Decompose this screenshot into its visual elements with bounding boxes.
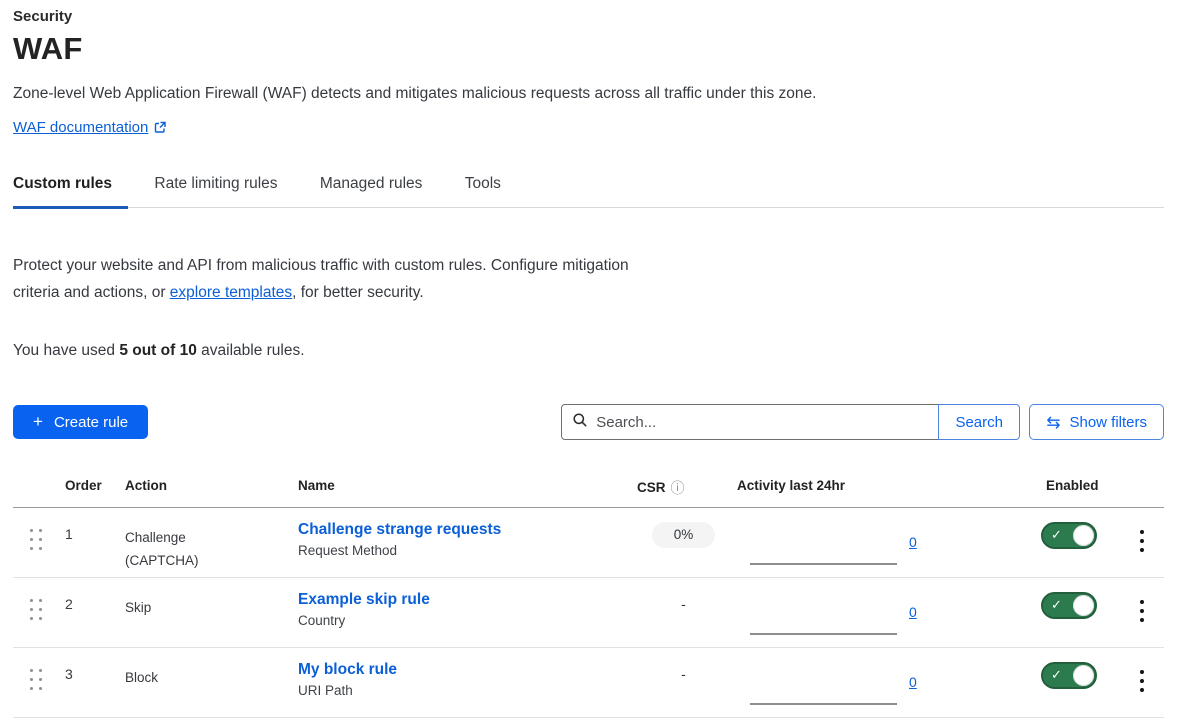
header-name: Name bbox=[298, 466, 630, 507]
header-handle-spacer bbox=[13, 466, 65, 507]
rule-name-link[interactable]: Challenge strange requests bbox=[298, 521, 501, 538]
info-icon[interactable]: ⓘ bbox=[671, 480, 685, 496]
toolbar-right: Search ⇆ Show filters bbox=[561, 404, 1164, 440]
usage-summary: You have used 5 out of 10 available rule… bbox=[13, 342, 1164, 360]
activity-count-link[interactable]: 0 bbox=[909, 674, 917, 690]
kebab-menu-icon[interactable] bbox=[1134, 527, 1150, 577]
rule-order: 2 bbox=[65, 578, 125, 647]
sparkline-flat-line bbox=[750, 563, 897, 565]
intro-paragraph: Protect your website and API from malici… bbox=[13, 252, 1164, 306]
plus-icon: + bbox=[33, 412, 43, 432]
sparkline-flat-line bbox=[750, 633, 897, 635]
tab-managed-rules[interactable]: Managed rules bbox=[320, 175, 439, 207]
create-rule-label: Create rule bbox=[54, 414, 128, 431]
table-row: 1 Challenge (CAPTCHA) Challenge strange … bbox=[13, 508, 1164, 578]
activity-sparkline: 0 bbox=[737, 578, 1010, 647]
rule-field: Country bbox=[298, 613, 630, 628]
enabled-toggle[interactable]: ✓ bbox=[1041, 592, 1097, 619]
enabled-toggle[interactable]: ✓ bbox=[1041, 522, 1097, 549]
activity-count-link[interactable]: 0 bbox=[909, 534, 917, 550]
search-button[interactable]: Search bbox=[938, 404, 1020, 440]
rule-field: URI Path bbox=[298, 683, 630, 698]
rule-field: Request Method bbox=[298, 543, 630, 558]
check-icon: ✓ bbox=[1051, 667, 1062, 683]
intro-line2-after: , for better security. bbox=[292, 284, 424, 301]
rules-table: Order Action Name CSRⓘ Activity last 24h… bbox=[13, 466, 1164, 718]
search-box bbox=[561, 404, 939, 440]
usage-count: 5 out of 10 bbox=[119, 342, 197, 359]
csr-value: - bbox=[681, 666, 686, 682]
check-icon: ✓ bbox=[1051, 527, 1062, 543]
kebab-menu-icon[interactable] bbox=[1134, 667, 1150, 717]
toggle-knob bbox=[1073, 525, 1094, 546]
csr-badge: 0% bbox=[652, 522, 716, 548]
waf-documentation-link[interactable]: WAF documentation bbox=[13, 119, 148, 136]
search-input[interactable] bbox=[596, 414, 928, 431]
rules-toolbar: + Create rule Search ⇆ Show filters bbox=[13, 404, 1164, 440]
tab-rate-limiting-rules[interactable]: Rate limiting rules bbox=[154, 175, 293, 207]
toggle-knob bbox=[1073, 595, 1094, 616]
intro-line1: Protect your website and API from malici… bbox=[13, 257, 629, 274]
rule-action: Challenge (CAPTCHA) bbox=[125, 508, 298, 577]
check-icon: ✓ bbox=[1051, 597, 1062, 613]
drag-handle-icon[interactable] bbox=[30, 599, 65, 621]
header-order: Order bbox=[65, 466, 125, 507]
show-filters-label: Show filters bbox=[1069, 414, 1147, 431]
sparkline-flat-line bbox=[750, 703, 897, 705]
rule-order: 1 bbox=[65, 508, 125, 577]
create-rule-button[interactable]: + Create rule bbox=[13, 405, 148, 439]
toggle-knob bbox=[1073, 665, 1094, 686]
tab-tools[interactable]: Tools bbox=[465, 175, 517, 207]
table-row: 3 Block My block rule URI Path - 0 ✓ bbox=[13, 648, 1164, 718]
csr-value: - bbox=[681, 596, 686, 612]
activity-sparkline: 0 bbox=[737, 508, 1010, 577]
page-title: WAF bbox=[13, 31, 1164, 67]
section-eyebrow: Security bbox=[13, 8, 1164, 25]
doc-link-row: WAF documentation bbox=[13, 119, 1164, 139]
drag-handle-icon[interactable] bbox=[30, 529, 65, 551]
rule-action: Skip bbox=[125, 578, 298, 647]
tab-custom-rules[interactable]: Custom rules bbox=[13, 175, 128, 207]
usage-suffix: available rules. bbox=[197, 342, 305, 359]
enabled-toggle[interactable]: ✓ bbox=[1041, 662, 1097, 689]
rule-name-link[interactable]: My block rule bbox=[298, 661, 397, 678]
explore-templates-link[interactable]: explore templates bbox=[170, 284, 292, 301]
external-link-icon bbox=[154, 121, 167, 139]
intro-line2-before: criteria and actions, or bbox=[13, 284, 170, 301]
drag-handle-icon[interactable] bbox=[30, 669, 65, 691]
kebab-menu-icon[interactable] bbox=[1134, 597, 1150, 647]
header-action: Action bbox=[125, 466, 298, 507]
rule-name-link[interactable]: Example skip rule bbox=[298, 591, 430, 608]
swap-arrows-icon: ⇆ bbox=[1046, 414, 1060, 431]
search-icon bbox=[572, 412, 588, 433]
tab-bar: Custom rules Rate limiting rules Managed… bbox=[13, 175, 1164, 208]
header-activity: Activity last 24hr bbox=[737, 466, 1010, 507]
table-header-row: Order Action Name CSRⓘ Activity last 24h… bbox=[13, 466, 1164, 508]
header-enabled: Enabled bbox=[1010, 466, 1120, 507]
page-description: Zone-level Web Application Firewall (WAF… bbox=[13, 85, 1164, 103]
waf-page: Security WAF Zone-level Web Application … bbox=[0, 8, 1177, 718]
table-row: 2 Skip Example skip rule Country - 0 ✓ bbox=[13, 578, 1164, 648]
activity-count-link[interactable]: 0 bbox=[909, 604, 917, 620]
header-csr: CSRⓘ bbox=[630, 466, 737, 507]
usage-prefix: You have used bbox=[13, 342, 119, 359]
show-filters-button[interactable]: ⇆ Show filters bbox=[1029, 404, 1164, 440]
header-menu-spacer bbox=[1120, 466, 1164, 507]
